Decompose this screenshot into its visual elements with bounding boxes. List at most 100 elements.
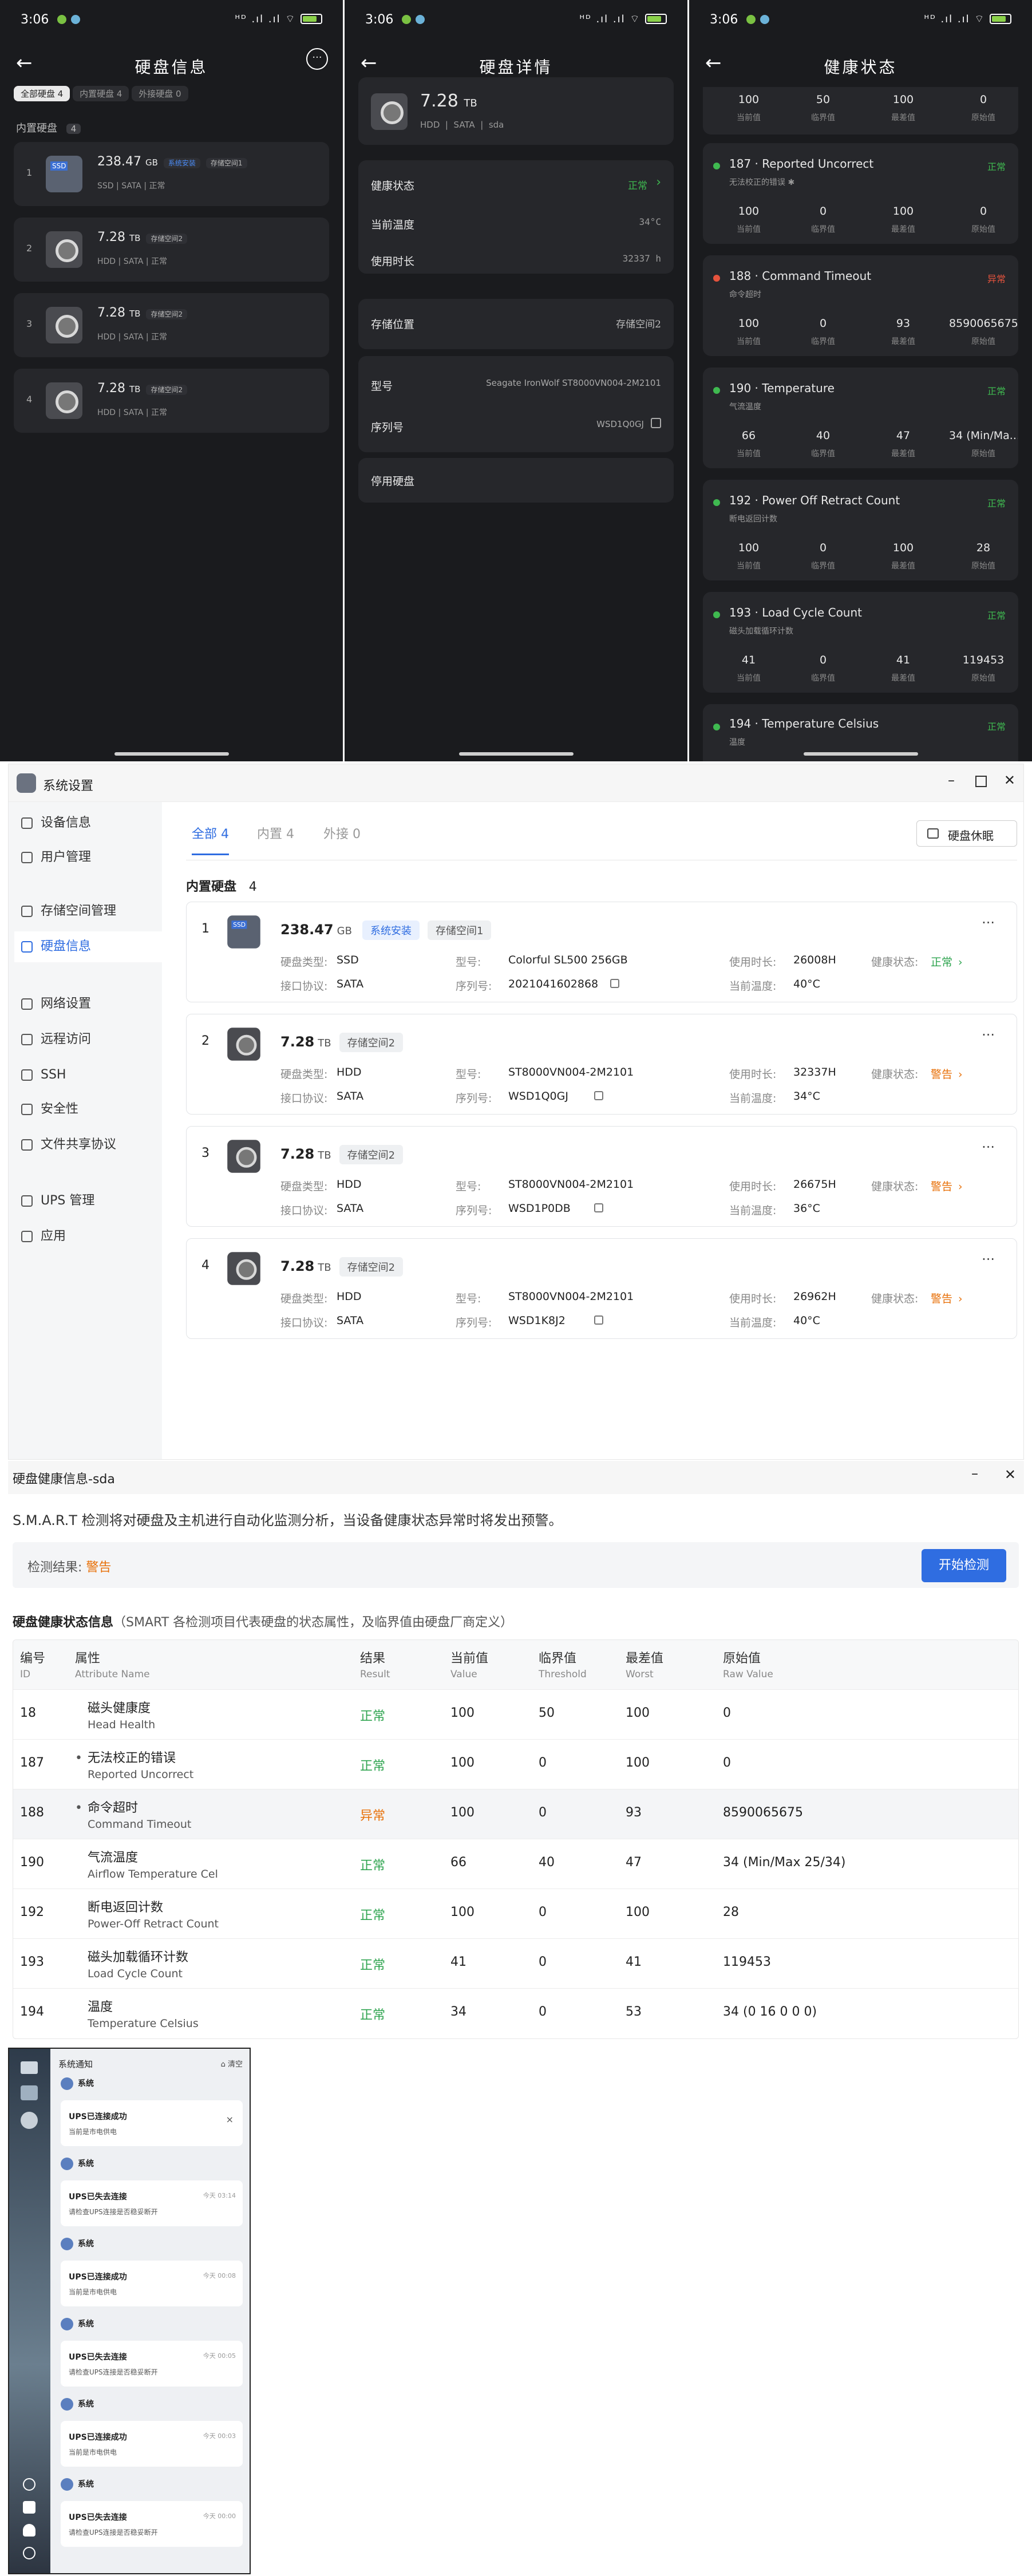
maximize-icon[interactable] [975,776,987,787]
disk-card[interactable]: 3 7.28 TB 存储空间2 ··· 硬盘类型: HDD 型号: ST8000VN004-2… [186,1126,1017,1227]
tab-internal[interactable]: 内置 4 [257,824,294,842]
cell-val: 66 [450,1855,466,1870]
folder-icon[interactable] [21,2085,38,2100]
more-icon[interactable]: ··· [982,1251,995,1267]
more-icon[interactable]: ··· [982,1139,995,1155]
tab-internal[interactable]: 内置硬盘 4 [73,86,129,101]
disk-index: 3 [26,318,33,329]
monitor-icon[interactable] [21,2061,38,2074]
sidebar-item-label: 用户管理 [41,850,92,864]
tab-external[interactable]: 外接 0 [323,824,361,842]
smart-value-label: 原始值 [971,674,995,683]
disable-disk-button[interactable]: 停用硬盘 [358,458,674,503]
smart-item[interactable]: 190 · Temperature 正常 气流温度 66 当前值 40 临界值 47 最差值 34… [703,368,1018,468]
health-status-link[interactable]: 警告 › [931,1178,963,1194]
notification-card[interactable]: UPS已失去连接 请检查UPS连接是否稳妥断开 今天 03:14 [61,2180,243,2226]
minimize-icon[interactable]: – [971,1465,978,1481]
sidebar-item[interactable]: 设备信息 [14,808,162,839]
close-icon[interactable]: × [226,2114,234,2125]
smart-health-window: 硬盘健康信息-sda – ✕ S.M.A.R.T 检测将对硬盘及主机进行自动化监… [8,1461,1024,2045]
sidebar-item[interactable]: 远程访问 [14,1024,162,1055]
status-dot [713,275,720,282]
health-status-link[interactable]: 警告 › [931,1066,963,1081]
page-title: 硬盘信息 [135,58,208,77]
smart-item[interactable]: 188 · Command Timeout 异常 命令超时 100 当前值 0 临界值 93 最… [703,255,1018,356]
sidebar-item[interactable]: UPS 管理 [14,1186,162,1216]
disk-size: 7.28 [97,381,125,396]
notification-card[interactable]: UPS已失去连接 请检查UPS连接是否稳妥断开 今天 00:00 [61,2501,243,2547]
disk-card[interactable]: 2 7.28 TB 存储空间2 ··· 硬盘类型: HDD 型号: ST8000VN004-2… [186,1014,1017,1115]
sidebar-item[interactable]: 网络设置 [14,989,162,1020]
attribute-en: Reported Uncorrect [88,1768,194,1781]
settings-icon[interactable] [21,2112,38,2129]
phone-disk-info-screen: 3:06 ᴴᴰ .ıl .ıl ⌔ ← 硬盘信息 ··· 全部硬盘 4 内置硬盘… [0,0,343,761]
smart-item[interactable]: 192 · Power Off Retract Count 正常 断电返回计数 100… [703,480,1018,580]
start-check-button[interactable]: 开始检测 [922,1549,1006,1582]
smart-item-name: 187 · Reported Uncorrect [729,157,874,171]
more-icon[interactable]: ··· [306,48,328,70]
chevron-right-icon[interactable]: › [656,175,661,189]
disk-index: 2 [201,1034,209,1048]
disk-card[interactable]: 2 7.28 TB 存储空间2 HDD | SATA | 正常 [14,218,329,282]
clear-button[interactable]: ⌂ 清空 [221,2058,243,2069]
copy-icon[interactable] [594,1091,603,1100]
health-status-value[interactable]: 正常 [628,177,647,192]
tab-all[interactable]: 全部 4 [192,824,229,855]
notification-card[interactable]: UPS已连接成功 当前是市电供电 今天 00:08 [61,2261,243,2306]
result-bar: 检测结果: 警告 开始检测 [13,1542,1019,1588]
sidebar: 设备信息用户管理存储空间管理 硬盘信息网络设置远程访问 SSH 安全性文件共享协议 UP… [9,802,162,1459]
disk-card[interactable]: 4 7.28 TB 存储空间2 ··· 硬盘类型: HDD 型号: ST8000VN004-2… [186,1238,1017,1339]
sidebar-item[interactable]: 存储空间管理 [14,896,162,927]
cell-raw: 28 [723,1905,739,1919]
help-icon[interactable] [23,2478,35,2491]
smart-item[interactable]: 193 · Load Cycle Count 正常 磁头加载循环计数 41 当前值 0 临界… [703,592,1018,693]
page-title: 硬盘详情 [479,58,553,77]
smart-value: 100 [738,542,760,554]
notification-card[interactable]: UPS已连接成功 当前是市电供电 × [61,2100,243,2146]
cell-id: 194 [20,2005,44,2019]
tab-all[interactable]: 全部硬盘 4 [14,86,70,101]
sidebar-item[interactable]: 用户管理 [14,842,162,873]
smart-item[interactable]: 187 · Reported Uncorrect 正常 无法校正的错误 ✱ 100 当前… [703,143,1018,244]
sidebar-item[interactable]: SSH [14,1060,162,1091]
cell-thr: 40 [539,1855,555,1870]
more-icon[interactable]: ··· [982,915,995,931]
copy-icon[interactable] [594,1315,603,1325]
cell-res: 正常 [360,1859,386,1873]
minimize-icon[interactable]: – [948,772,955,788]
attribute-en: Power-Off Retract Count [88,1918,219,1930]
bell-icon[interactable] [23,2501,35,2514]
sidebar-item[interactable]: 应用 [14,1221,162,1252]
disk-card[interactable]: 1238.47 GB系统安装存储空间1···硬盘类型:SSD型号:Colorfu… [186,902,1017,1002]
gear-icon[interactable] [23,2547,35,2559]
attribute-en: Command Timeout [88,1818,192,1831]
sidebar-item[interactable]: 文件共享协议 [14,1129,162,1160]
sidebar-item[interactable]: 硬盘信息 [14,931,162,962]
notification-card[interactable]: UPS已失去连接 请检查UPS连接是否稳妥断开 今天 00:05 [61,2341,243,2387]
notification-card[interactable]: UPS已连接成功 当前是市电供电 今天 00:03 [61,2421,243,2467]
user-icon[interactable] [23,2524,35,2537]
disk-card[interactable]: 4 7.28 TB 存储空间2 HDD | SATA | 正常 [14,369,329,433]
disk-sleep-button[interactable]: 硬盘休眠 [916,820,1017,847]
notification-time: 今天 03:14 [203,2192,236,2199]
copy-icon[interactable] [651,418,661,428]
disk-size: 238.47 [280,922,334,938]
disk-card[interactable]: 3 7.28 TB 存储空间2 HDD | SATA | 正常 [14,293,329,357]
tab-external[interactable]: 外接硬盘 0 [132,86,188,101]
close-icon[interactable]: ✕ [1005,1467,1016,1483]
disk-card[interactable]: 1238.47 GB系统安装存储空间1SSD | SATA | 正常 [14,142,329,206]
cell-thr: 0 [539,1805,547,1820]
copy-icon[interactable] [594,1203,603,1212]
system-icon [61,2398,73,2411]
more-icon[interactable]: ··· [982,1027,995,1043]
copy-icon[interactable] [610,979,619,988]
sidebar-item[interactable]: 安全性 [14,1094,162,1125]
smart-value-label: 原始值 [971,337,995,346]
health-status-link[interactable]: 正常 › [931,954,963,969]
cell-worst: 100 [626,1706,650,1720]
health-status-link[interactable]: 警告 › [931,1290,963,1306]
smart-item-status: 正常 [987,386,1006,397]
attribute-cell: 磁头健康度 Head Health [75,1698,155,1731]
close-icon[interactable]: ✕ [1004,772,1015,788]
notification-source: 系统 [61,2398,94,2411]
